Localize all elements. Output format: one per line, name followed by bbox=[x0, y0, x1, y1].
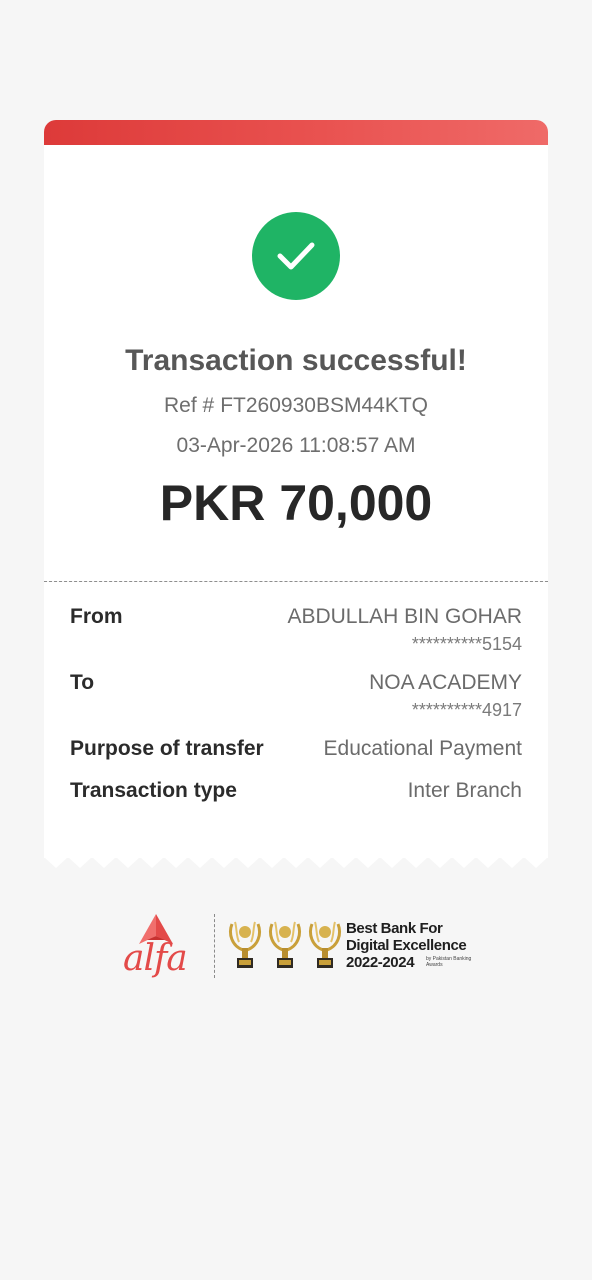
alfa-logo: alfa bbox=[120, 910, 190, 985]
footer-branding: alfa Best Bank For Digital Excellence 20… bbox=[120, 910, 480, 985]
award-line-1: Best Bank For bbox=[346, 920, 443, 937]
success-check-icon bbox=[252, 212, 340, 300]
trophy-icon bbox=[268, 921, 302, 968]
trophy-icon bbox=[228, 921, 262, 968]
from-account: **********5154 bbox=[411, 634, 522, 654]
transaction-status-title: Transaction successful! bbox=[125, 344, 467, 377]
receipt-top-strip bbox=[44, 120, 548, 145]
reference-label: Ref # bbox=[164, 394, 215, 417]
award-by-text: by Pakistan Banking Awards bbox=[426, 956, 472, 968]
transaction-type-value: Inter Branch bbox=[407, 779, 522, 802]
footer-separator bbox=[214, 914, 215, 978]
purpose-label: Purpose of transfer bbox=[70, 737, 264, 760]
amount-value: 70,000 bbox=[279, 475, 433, 531]
award-line-3: 2022-2024 bbox=[346, 954, 415, 971]
transaction-amount: PKR 70,000 bbox=[44, 474, 548, 532]
transaction-type-label: Transaction type bbox=[70, 779, 237, 802]
reference-number: Ref # FT260930BSM44KTQ bbox=[44, 394, 548, 418]
transaction-receipt: Transaction successful! Ref # FT260930BSM… bbox=[44, 120, 548, 870]
transaction-datetime: 03-Apr-2026 11:08:57 AM bbox=[176, 434, 416, 457]
from-label: From bbox=[70, 605, 123, 628]
amount-currency: PKR bbox=[159, 475, 266, 531]
receipt-summary-card: Transaction successful! Ref # FT260930BSM… bbox=[44, 145, 548, 581]
purpose-value: Educational Payment bbox=[323, 737, 522, 760]
to-label: To bbox=[70, 671, 95, 694]
to-name: NOA ACADEMY bbox=[369, 671, 522, 694]
alfa-logo-text: alfa bbox=[123, 938, 188, 979]
reference-value: FT260930BSM44KTQ bbox=[220, 394, 428, 417]
transaction-details: From ABDULLAH BIN GOHAR **********5154 T… bbox=[44, 582, 548, 858]
receipt-zigzag-edge bbox=[44, 854, 548, 868]
from-name: ABDULLAH BIN GOHAR bbox=[287, 605, 522, 628]
trophy-icon bbox=[308, 921, 342, 968]
to-account: **********4917 bbox=[411, 700, 522, 720]
award-line-2: Digital Excellence bbox=[346, 937, 467, 954]
